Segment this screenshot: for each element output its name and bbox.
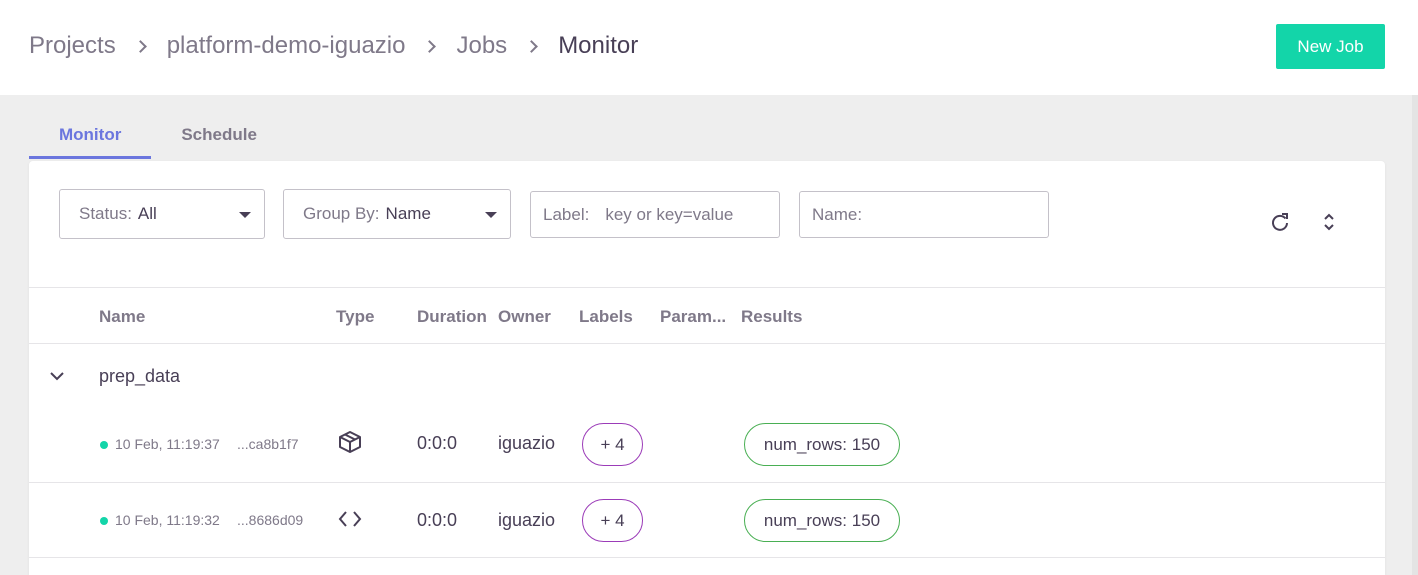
group-name[interactable]: prep_data xyxy=(99,366,180,387)
status-dot xyxy=(100,517,108,525)
name-filter-input[interactable] xyxy=(878,204,1029,225)
caret-down-icon xyxy=(485,212,497,218)
breadcrumb-projects[interactable]: Projects xyxy=(29,32,116,60)
label-filter-input[interactable] xyxy=(605,204,756,225)
label-filter: Label: xyxy=(530,191,780,238)
caret-down-icon xyxy=(239,212,251,218)
run-date[interactable]: 10 Feb, 11:19:32 xyxy=(115,512,220,528)
run-owner: iguazio xyxy=(498,510,556,530)
tab-schedule[interactable]: Schedule xyxy=(151,115,287,159)
column-owner[interactable]: Owner xyxy=(498,307,551,327)
group-by-filter[interactable]: Group By: Name xyxy=(283,189,511,239)
column-labels[interactable]: Labels xyxy=(579,307,633,327)
column-type[interactable]: Type xyxy=(336,307,374,327)
page-header: Projects platform-demo-iguazio Jobs Moni… xyxy=(0,0,1418,95)
run-date[interactable]: 10 Feb, 11:19:37 xyxy=(115,436,220,452)
group-by-label: Group By: xyxy=(303,204,380,223)
column-parameters[interactable]: Param... xyxy=(660,307,726,327)
tab-monitor[interactable]: Monitor xyxy=(29,115,152,159)
column-name[interactable]: Name xyxy=(99,307,145,327)
labels-chip[interactable]: + 4 xyxy=(582,423,643,466)
name-filter: Name: xyxy=(799,191,1049,238)
breadcrumb: Projects platform-demo-iguazio Jobs Moni… xyxy=(29,32,638,60)
column-results[interactable]: Results xyxy=(741,307,802,327)
status-filter[interactable]: Status: All xyxy=(59,189,265,239)
breadcrumb-current: Monitor xyxy=(558,32,639,59)
breadcrumb-jobs[interactable]: Jobs xyxy=(456,32,507,60)
table-row[interactable]: 10 Feb, 11:19:37 ...ca8b1f7 0:0:0 iguazi… xyxy=(29,408,1385,483)
run-duration: 0:0:0 xyxy=(417,510,458,530)
chevron-down-icon[interactable] xyxy=(49,368,65,384)
collapse-expand-icon[interactable] xyxy=(1319,211,1339,233)
status-filter-value: All xyxy=(137,204,157,223)
run-uid: ...8686d09 xyxy=(237,512,304,528)
new-job-button[interactable]: New Job xyxy=(1276,24,1385,69)
run-uid: ...ca8b1f7 xyxy=(237,436,299,452)
refresh-icon[interactable] xyxy=(1269,211,1291,233)
run-duration: 0:0:0 xyxy=(417,433,458,453)
tab-bar: Monitor Schedule xyxy=(29,115,287,159)
breadcrumb-project[interactable]: platform-demo-iguazio xyxy=(167,32,406,60)
jobs-panel: Status: All Group By: Name Label: Name: … xyxy=(29,161,1385,575)
page-scrollbar[interactable] xyxy=(1412,95,1418,575)
column-duration[interactable]: Duration xyxy=(417,307,487,327)
table-header: Name Type Duration Owner Labels Param...… xyxy=(29,287,1385,344)
table-row[interactable]: 10 Feb, 11:19:32 ...8686d09 0:0:0 iguazi… xyxy=(29,483,1385,558)
chevron-right-icon xyxy=(525,39,539,53)
package-icon xyxy=(339,431,361,453)
result-chip: num_rows: 150 xyxy=(744,499,900,542)
status-filter-label: Status: xyxy=(79,204,132,223)
name-filter-label: Name: xyxy=(812,204,863,224)
group-by-value: Name xyxy=(385,204,431,223)
chevron-right-icon xyxy=(133,39,147,53)
status-dot xyxy=(100,441,108,449)
labels-chip[interactable]: + 4 xyxy=(582,499,643,542)
chevron-right-icon xyxy=(423,39,437,53)
label-filter-label: Label: xyxy=(543,204,590,224)
run-owner: iguazio xyxy=(498,433,556,453)
result-chip: num_rows: 150 xyxy=(744,423,900,466)
group-row: prep_data xyxy=(29,344,1385,408)
code-icon xyxy=(338,511,362,527)
